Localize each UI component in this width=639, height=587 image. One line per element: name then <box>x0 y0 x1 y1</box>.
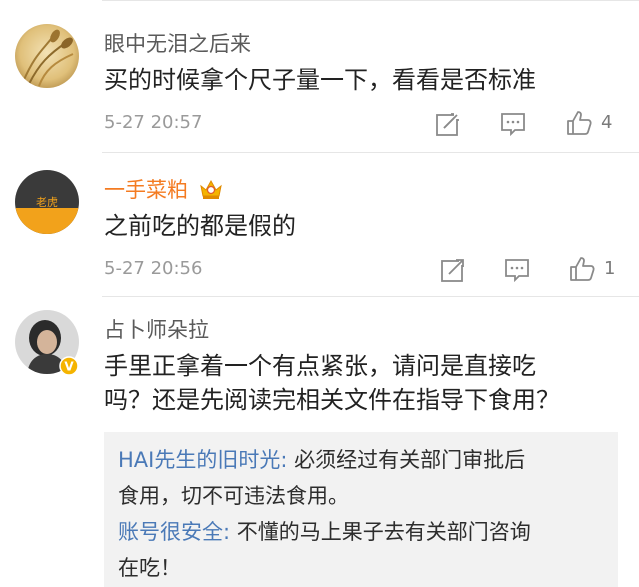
username[interactable]: 占卜师朵拉 <box>104 314 209 344</box>
reply-item: HAI先生的旧时光: 必须经过有关部门审批后 食用，切不可违法食用。 <box>118 442 610 514</box>
share-icon[interactable] <box>440 257 466 283</box>
reply-text: 必须经过有关部门审批后 <box>287 448 526 472</box>
divider <box>102 0 639 1</box>
reply-author[interactable]: 账号很安全: <box>118 520 230 544</box>
avatar[interactable] <box>15 24 79 88</box>
like-count: 1 <box>604 258 616 279</box>
divider <box>102 296 639 297</box>
reply-text: 在吃！ <box>118 556 181 580</box>
verified-badge-icon: V <box>59 356 79 376</box>
reply-author[interactable]: HAI先生的旧时光: <box>118 448 287 472</box>
vip-crown-icon <box>199 179 222 199</box>
username-label: 一手菜粕 <box>104 178 188 202</box>
avatar-text: 老虎 <box>36 196 58 209</box>
comment-text: 买的时候拿个尺子量一下，看看是否标准 <box>104 66 536 94</box>
username[interactable]: 眼中无泪之后来 <box>104 28 251 58</box>
reply-text: 食用，切不可违法食用。 <box>118 484 349 508</box>
comment-text: 之前吃的都是假的 <box>104 212 296 240</box>
like-icon[interactable] <box>568 255 596 283</box>
like-icon[interactable] <box>565 109 593 137</box>
like-count: 4 <box>601 112 613 133</box>
svg-text:V: V <box>64 360 74 374</box>
comment-icon[interactable] <box>504 257 530 283</box>
timestamp: 5-27 20:56 <box>104 258 203 279</box>
comment-icon[interactable] <box>500 111 526 137</box>
share-icon[interactable] <box>435 111 461 137</box>
comment-text-line: 吗？还是先阅读完相关文件在指导下食用？ <box>104 386 560 414</box>
timestamp: 5-27 20:57 <box>104 112 203 133</box>
username[interactable]: 一手菜粕 <box>104 174 223 204</box>
comment-list: 眼中无泪之后来 买的时候拿个尺子量一下，看看是否标准 5-27 20:57 4 … <box>0 0 639 587</box>
avatar[interactable]: 老虎 <box>15 170 79 234</box>
reply-text: 不懂的马上果子去有关部门咨询 <box>230 520 531 544</box>
reply-item: 账号很安全: 不懂的马上果子去有关部门咨询 在吃！ <box>118 514 610 586</box>
reply-box[interactable]: HAI先生的旧时光: 必须经过有关部门审批后 食用，切不可违法食用。 账号很安全… <box>104 432 618 587</box>
divider <box>102 152 639 153</box>
